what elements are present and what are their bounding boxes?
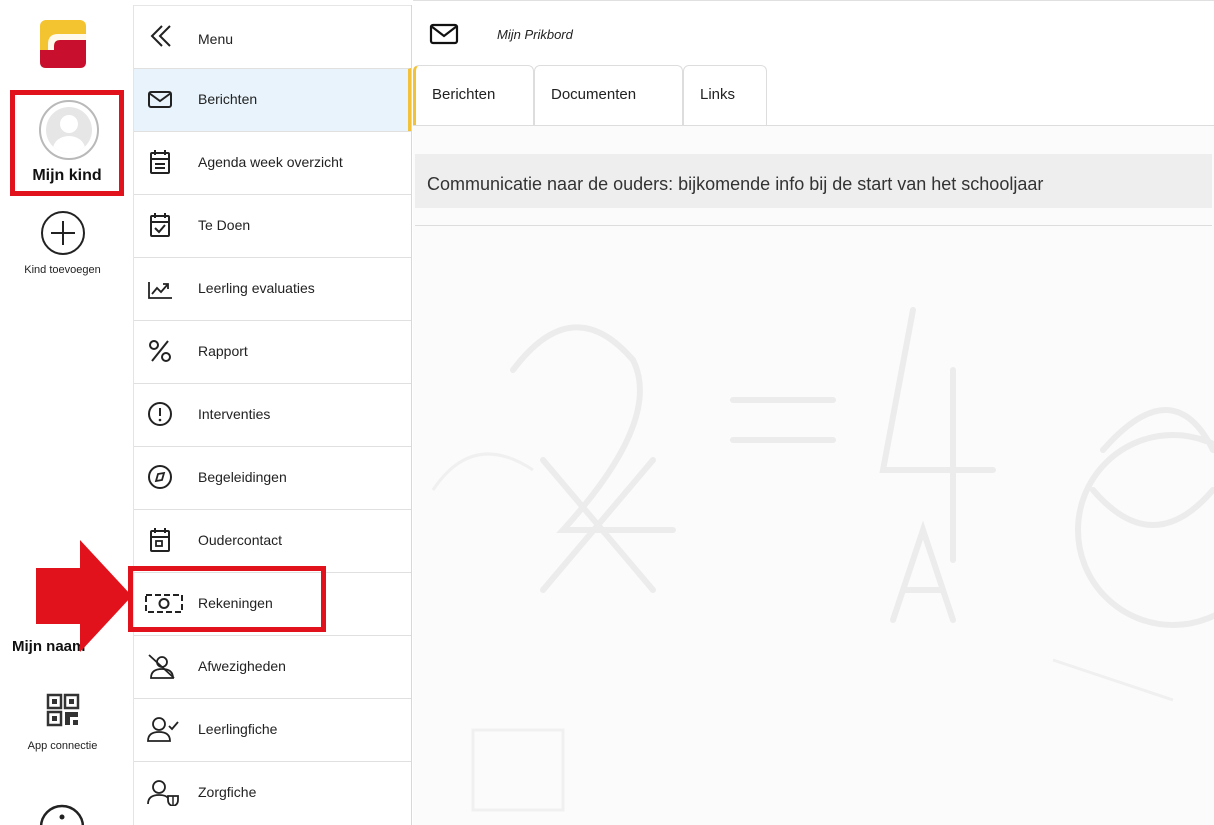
menu-item-begeleidingen[interactable]: Begeleidingen — [134, 446, 411, 509]
envelope-icon — [148, 91, 172, 108]
menu-item-zorgfiche[interactable]: Zorgfiche — [134, 761, 411, 824]
collapse-chevrons-icon — [150, 25, 171, 47]
menu-item-label: Begeleidingen — [198, 469, 287, 485]
child-name: Mijn kind — [32, 167, 102, 184]
main-content: Mijn Prikbord Berichten Documenten Links… — [413, 0, 1214, 825]
add-child-label: Kind toevoegen — [24, 264, 101, 276]
menu-item-te-doen[interactable]: Te Doen — [134, 194, 411, 257]
compass-icon — [148, 465, 172, 489]
menu-item-label: Leerling evaluaties — [198, 280, 315, 296]
tab-links[interactable]: Links — [683, 65, 767, 125]
menu-item-evaluaties[interactable]: Leerling evaluaties — [134, 257, 411, 320]
menu-item-label: Oudercontact — [198, 532, 283, 548]
calendar-list-icon — [150, 150, 170, 174]
page-title: Mijn Prikbord — [497, 27, 573, 42]
menu-item-label: Berichten — [198, 91, 258, 107]
menu-item-oudercontact[interactable]: Oudercontact — [134, 509, 411, 572]
menu-item-label: Interventies — [198, 406, 271, 422]
rekeningen-highlight-box — [128, 566, 326, 632]
percent-icon — [149, 340, 171, 362]
user-slash-icon — [148, 654, 175, 679]
annotation-arrow-icon — [36, 540, 132, 652]
envelope-icon — [429, 23, 459, 45]
qr-code-icon — [46, 693, 79, 727]
add-child-button[interactable]: Kind toevoegen — [0, 210, 125, 276]
menu-item-label: Te Doen — [198, 217, 251, 233]
calendar-day-icon — [150, 528, 170, 552]
tab-berichten[interactable]: Berichten — [413, 65, 534, 125]
tab-documenten[interactable]: Documenten — [534, 65, 683, 125]
info-icon[interactable] — [38, 803, 86, 825]
left-rail: Mijn kind Kind toevoegen Mijn naam App c… — [0, 0, 125, 825]
menu-item-label: Leerlingfiche — [198, 721, 278, 737]
menu-item-label: Afwezigheden — [198, 658, 286, 674]
message-item[interactable]: Communicatie naar de ouders: bijkomende … — [415, 154, 1212, 208]
avatar — [39, 100, 99, 160]
plus-circle-icon — [40, 211, 85, 255]
menu-header-label: Menu — [198, 31, 234, 47]
side-menu: Menu Berichten Agenda week overzicht Te … — [133, 5, 412, 825]
calendar-check-icon — [150, 213, 170, 237]
menu-item-label: Zorgfiche — [198, 784, 257, 800]
menu-header[interactable]: Menu — [134, 5, 411, 67]
page-header: Mijn Prikbord — [413, 0, 1214, 66]
user-silhouette-icon — [53, 115, 85, 153]
child-selector[interactable]: Mijn kind — [10, 90, 124, 196]
menu-item-rapport[interactable]: Rapport — [134, 320, 411, 383]
menu-item-leerlingfiche[interactable]: Leerlingfiche — [134, 698, 411, 761]
menu-item-agenda[interactable]: Agenda week overzicht — [134, 131, 411, 194]
app-logo[interactable] — [40, 20, 86, 68]
chart-trend-icon — [148, 282, 172, 299]
exclamation-circle-icon — [148, 402, 172, 426]
chalkboard-doodle-background — [431, 307, 1214, 812]
user-check-icon — [147, 717, 179, 742]
tab-bar: Berichten Documenten Links — [413, 65, 1214, 126]
menu-item-berichten[interactable]: Berichten — [134, 68, 411, 131]
app-connection-label: App connectie — [27, 740, 98, 752]
menu-item-afwezigheden[interactable]: Afwezigheden — [134, 635, 411, 698]
user-shield-icon — [147, 780, 179, 806]
menu-item-interventies[interactable]: Interventies — [134, 383, 411, 446]
app-connection-button[interactable]: App connectie — [0, 693, 125, 752]
divider — [415, 225, 1212, 226]
menu-item-label: Agenda week overzicht — [198, 154, 343, 170]
menu-item-label: Rapport — [198, 343, 248, 359]
